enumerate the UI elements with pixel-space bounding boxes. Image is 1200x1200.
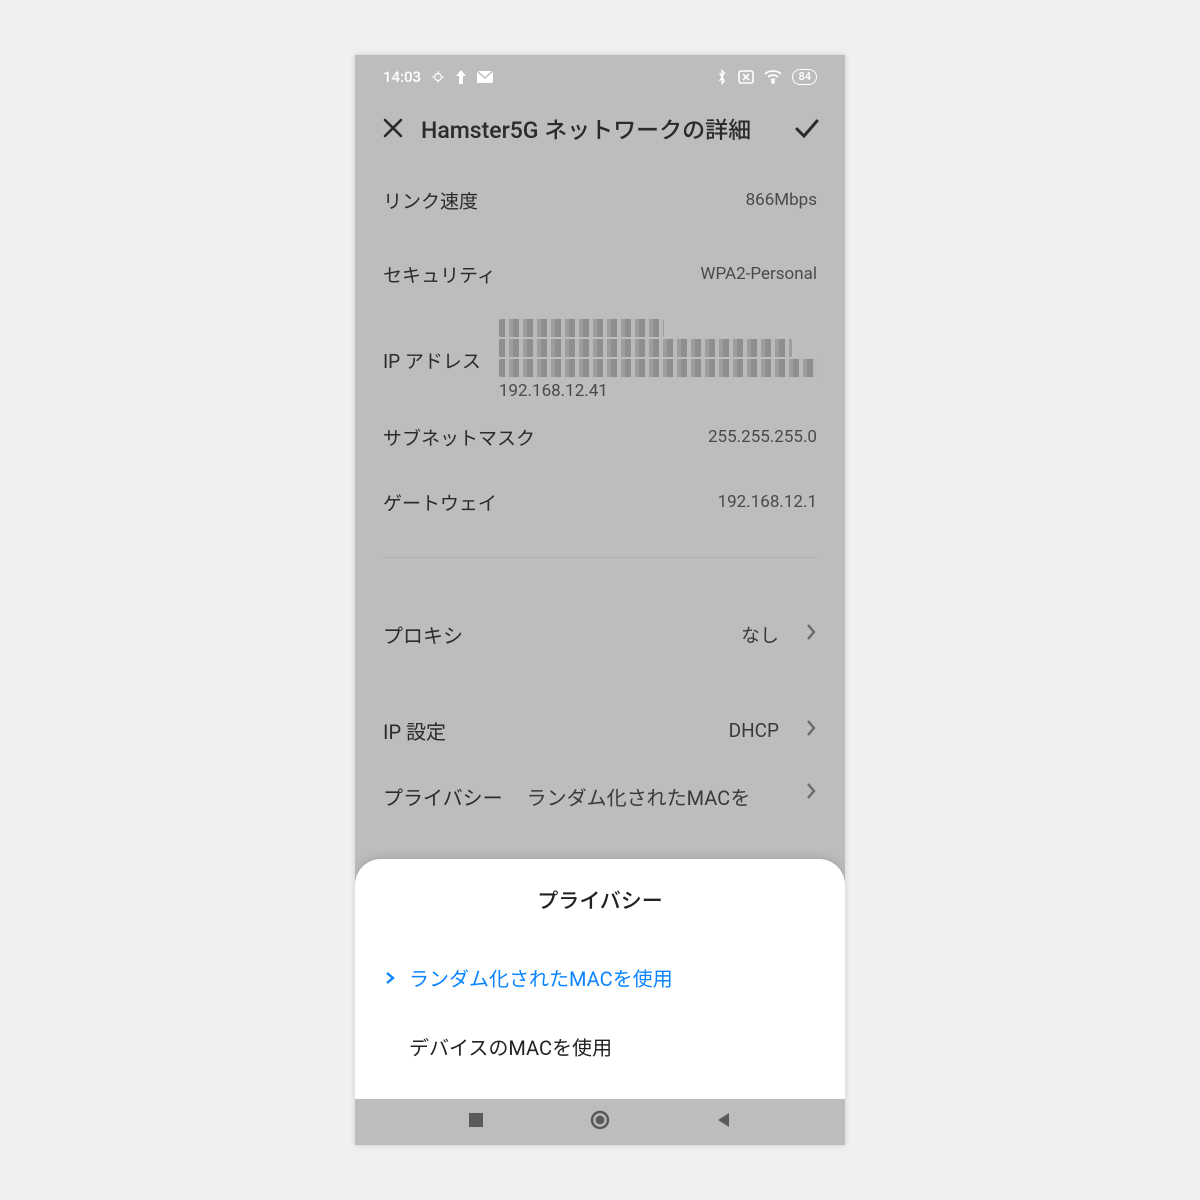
label-ip: IP アドレス (383, 347, 481, 374)
nav-home-button[interactable] (589, 1109, 611, 1135)
ip-redacted-line (499, 359, 817, 377)
option-random-mac-label: ランダム化されたMACを使用 (409, 963, 673, 992)
row-gateway: ゲートウェイ 192.168.12.1 (383, 465, 817, 539)
value-ip: 192.168.12.41 (499, 381, 608, 401)
close-button[interactable] (379, 114, 407, 142)
row-ip-address: IP アドレス 192.168.12.41 (383, 311, 817, 409)
label-gateway: ゲートウェイ (383, 489, 497, 516)
row-privacy[interactable]: プライバシー ランダム化されたMACを (383, 778, 817, 838)
network-details: リンク速度 866Mbps セキュリティ WPA2-Personal IP アド… (355, 163, 845, 838)
confirm-button[interactable] (793, 114, 821, 142)
value-privacy: ランダム化されたMACを (527, 782, 779, 811)
value-gateway: 192.168.12.1 (515, 492, 817, 512)
status-time: 14:03 (383, 68, 421, 86)
phone-frame: 14:03 84 H (355, 55, 845, 1145)
ip-redacted-line (499, 319, 664, 337)
bluetooth-icon (716, 69, 728, 85)
location-icon (431, 70, 445, 84)
label-security: セキュリティ (383, 261, 496, 288)
row-subnet: サブネットマスク 255.255.255.0 (383, 409, 817, 465)
option-device-mac-label: デバイスのMACを使用 (409, 1032, 612, 1061)
label-ip-settings: IP 設定 (383, 716, 446, 745)
label-proxy: プロキシ (383, 620, 463, 649)
row-ip-settings[interactable]: IP 設定 DHCP (383, 682, 817, 778)
chevron-right-icon (805, 719, 817, 741)
mail-icon (477, 71, 493, 83)
privacy-bottom-sheet: プライバシー ランダム化されたMACを使用 デバイスのMACを使用 (355, 859, 845, 1099)
row-link-speed: リンク速度 866Mbps (383, 163, 817, 237)
label-subnet: サブネットマスク (383, 424, 535, 451)
value-link-speed: 866Mbps (496, 190, 817, 210)
label-link-speed: リンク速度 (383, 187, 478, 214)
option-device-mac[interactable]: デバイスのMACを使用 (355, 1012, 845, 1081)
value-proxy: なし (481, 621, 779, 648)
page-header: Hamster5G ネットワークの詳細 (355, 99, 845, 163)
option-random-mac[interactable]: ランダム化されたMACを使用 (355, 943, 845, 1012)
chevron-right-icon (805, 623, 817, 645)
row-proxy[interactable]: プロキシ なし (383, 586, 817, 682)
battery-badge: 84 (792, 69, 817, 85)
chevron-right-icon (805, 782, 817, 804)
mute-icon (738, 70, 754, 84)
sheet-title: プライバシー (355, 859, 845, 943)
wifi-icon (764, 70, 782, 84)
status-bar: 14:03 84 (355, 55, 845, 99)
upload-icon (455, 70, 467, 84)
ip-redacted-line (499, 339, 792, 357)
page-title: Hamster5G ネットワークの詳細 (421, 111, 779, 145)
chevron-right-icon (381, 971, 399, 985)
nav-back-button[interactable] (715, 1111, 733, 1133)
nav-recent-button[interactable] (467, 1111, 485, 1133)
value-ip-settings: DHCP (464, 719, 779, 742)
section-divider (383, 557, 817, 558)
value-subnet: 255.255.255.0 (553, 427, 817, 447)
label-privacy: プライバシー (383, 782, 503, 811)
android-nav-bar (355, 1099, 845, 1145)
row-security: セキュリティ WPA2-Personal (383, 237, 817, 311)
value-security: WPA2-Personal (514, 264, 817, 284)
